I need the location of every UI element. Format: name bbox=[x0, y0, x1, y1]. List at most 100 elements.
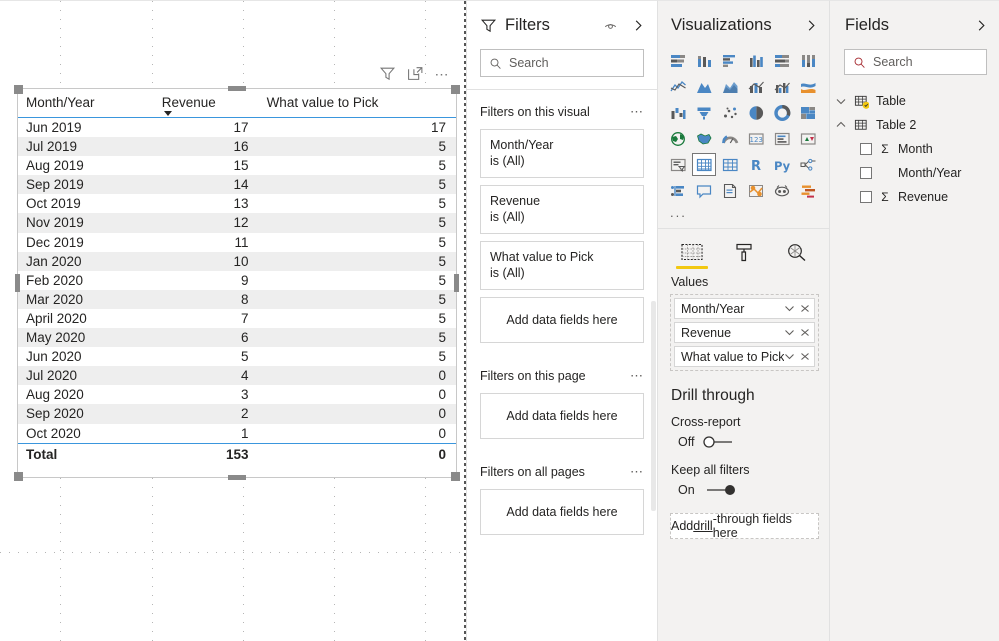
values-well-field[interactable]: Revenue bbox=[674, 322, 815, 343]
stacked-column-chart-icon[interactable] bbox=[692, 49, 716, 72]
filters-pane[interactable]: Filters Search Filters on this visual ⋯ … bbox=[466, 0, 658, 641]
gantt-icon[interactable] bbox=[797, 179, 821, 202]
focus-mode-icon[interactable] bbox=[407, 65, 424, 82]
values-well-field[interactable]: Month/Year bbox=[674, 298, 815, 319]
pie-chart-icon[interactable] bbox=[744, 101, 768, 124]
hide-filter-pane-eye-icon[interactable] bbox=[603, 18, 618, 33]
field-item[interactable]: Σ Revenue bbox=[830, 185, 999, 209]
chevron-up-icon[interactable] bbox=[835, 119, 847, 131]
values-well-field[interactable]: What value to Pick bbox=[674, 346, 815, 367]
filled-map-icon[interactable] bbox=[692, 127, 716, 150]
filter-dropzone[interactable]: Add data fields here bbox=[480, 393, 644, 439]
matrix-icon[interactable] bbox=[718, 153, 742, 176]
table-visual[interactable]: Month/Year Revenue What value to Pick Ju… bbox=[14, 85, 460, 481]
multi-row-card-icon[interactable] bbox=[771, 127, 795, 150]
filter-dropzone[interactable]: Add data fields here bbox=[480, 489, 644, 535]
fields-search-container[interactable]: Search bbox=[830, 49, 999, 89]
filter-card[interactable]: Revenue is (All) bbox=[480, 185, 644, 234]
line-and-stacked-column-chart-icon[interactable] bbox=[744, 75, 768, 98]
toggle-on-icon[interactable] bbox=[703, 483, 737, 497]
r-script-visual-icon[interactable]: R bbox=[744, 153, 768, 176]
table-row[interactable]: April 2020 7 5 bbox=[18, 309, 456, 328]
fields-table-table-2[interactable]: Table 2 bbox=[830, 113, 999, 137]
filters-search-container[interactable]: Search bbox=[467, 49, 657, 89]
filter-card[interactable]: Month/Year is (All) bbox=[480, 129, 644, 178]
filter-card[interactable]: What value to Pick is (All) bbox=[480, 241, 644, 290]
format-tab[interactable] bbox=[728, 243, 760, 269]
resize-handle-right-middle[interactable] bbox=[454, 274, 459, 292]
table-row[interactable]: Aug 2019 15 5 bbox=[18, 156, 456, 175]
map-icon[interactable] bbox=[666, 127, 690, 150]
fields-search-input[interactable]: Search bbox=[844, 49, 987, 75]
chevron-down-icon[interactable] bbox=[784, 328, 795, 337]
field-checkbox[interactable] bbox=[860, 167, 872, 179]
table-row[interactable]: Jun 2020 5 5 bbox=[18, 347, 456, 366]
report-canvas[interactable]: ⋯ Month/Year Revenue What value to Pick … bbox=[0, 0, 466, 641]
fields-pane[interactable]: Fields Search Table Table 2 Σ Month Month/Ye… bbox=[830, 0, 999, 641]
field-checkbox[interactable] bbox=[860, 191, 872, 203]
100-stacked-bar-chart-icon[interactable] bbox=[771, 49, 795, 72]
chevron-down-icon[interactable] bbox=[835, 95, 847, 107]
column-header-what-value-to-pick[interactable]: What value to Pick bbox=[258, 89, 456, 118]
python-visual-icon[interactable]: Py bbox=[771, 153, 795, 176]
decomposition-tree-icon[interactable] bbox=[797, 153, 821, 176]
resize-handle-bottom-right[interactable] bbox=[451, 472, 460, 481]
table-row[interactable]: Feb 2020 9 5 bbox=[18, 271, 456, 290]
line-and-clustered-column-chart-icon[interactable] bbox=[771, 75, 795, 98]
filter-group-more-icon[interactable]: ⋯ bbox=[630, 368, 644, 384]
treemap-icon[interactable] bbox=[797, 101, 821, 124]
chevron-down-icon[interactable] bbox=[784, 352, 795, 361]
filter-group-more-icon[interactable]: ⋯ bbox=[630, 464, 644, 480]
chevron-down-icon[interactable] bbox=[784, 304, 795, 313]
100-stacked-column-chart-icon[interactable] bbox=[797, 49, 821, 72]
donut-chart-icon[interactable] bbox=[771, 101, 795, 124]
drill-through-drop-link[interactable]: drill bbox=[693, 519, 712, 533]
smart-narrative-icon[interactable] bbox=[771, 179, 795, 202]
remove-field-icon[interactable] bbox=[800, 352, 810, 361]
resize-handle-left-middle[interactable] bbox=[15, 274, 20, 292]
cross-report-toggle[interactable]: Off bbox=[658, 435, 829, 463]
filter-group-more-icon[interactable]: ⋯ bbox=[630, 104, 644, 120]
filter-dropzone[interactable]: Add data fields here bbox=[480, 297, 644, 343]
field-item[interactable]: Σ Month bbox=[830, 137, 999, 161]
more-options-icon[interactable]: ⋯ bbox=[435, 67, 451, 81]
fields-tree[interactable]: Table Table 2 Σ Month Month/Year Σ Revenue bbox=[830, 89, 999, 209]
keep-all-filters-toggle[interactable]: On bbox=[658, 483, 829, 511]
visualizations-pane-tabs[interactable] bbox=[658, 229, 829, 269]
analytics-tab[interactable] bbox=[780, 243, 812, 269]
slicer-icon[interactable] bbox=[666, 153, 690, 176]
ribbon-chart-icon[interactable] bbox=[797, 75, 821, 98]
scatter-chart-icon[interactable] bbox=[718, 101, 742, 124]
stacked-bar-chart-icon[interactable] bbox=[666, 49, 690, 72]
line-chart-icon[interactable] bbox=[666, 75, 690, 98]
table-row[interactable]: May 2020 6 5 bbox=[18, 328, 456, 348]
resize-handle-bottom-middle[interactable] bbox=[228, 475, 246, 480]
clustered-column-chart-icon[interactable] bbox=[744, 49, 768, 72]
key-influencers-icon[interactable] bbox=[666, 179, 690, 202]
more-visuals-button[interactable]: ... bbox=[658, 202, 829, 226]
fields-table-table[interactable]: Table bbox=[830, 89, 999, 113]
table-row[interactable]: Jul 2020 4 0 bbox=[18, 366, 456, 386]
filters-pane-scrollbar[interactable] bbox=[651, 301, 656, 511]
sort-descending-icon[interactable] bbox=[163, 111, 172, 116]
collapse-pane-chevron-icon[interactable] bbox=[975, 18, 988, 33]
table-row[interactable]: Oct 2020 1 0 bbox=[18, 424, 456, 444]
table-row[interactable]: Sep 2019 14 5 bbox=[18, 175, 456, 195]
clustered-bar-chart-icon[interactable] bbox=[718, 49, 742, 72]
filter-icon[interactable] bbox=[379, 65, 396, 82]
table-row[interactable]: Mar 2020 8 5 bbox=[18, 289, 456, 309]
qa-visual-icon[interactable] bbox=[692, 179, 716, 202]
table-row[interactable]: Aug 2020 3 0 bbox=[18, 385, 456, 404]
table-row[interactable]: Jul 2019 16 5 bbox=[18, 137, 456, 157]
toggle-off-icon[interactable] bbox=[702, 435, 736, 449]
paginated-report-icon[interactable] bbox=[718, 179, 742, 202]
table-icon[interactable] bbox=[692, 153, 717, 176]
field-item[interactable]: Month/Year bbox=[830, 161, 999, 185]
funnel-chart-icon[interactable] bbox=[692, 101, 716, 124]
collapse-pane-chevron-icon[interactable] bbox=[805, 18, 818, 33]
data-table[interactable]: Month/Year Revenue What value to Pick Ju… bbox=[18, 89, 456, 466]
visualization-type-grid[interactable]: 123 R Py bbox=[658, 49, 829, 202]
filters-search-input[interactable]: Search bbox=[480, 49, 644, 77]
table-row[interactable]: Jan 2020 10 5 bbox=[18, 251, 456, 271]
table-row[interactable]: Jun 2019 17 17 bbox=[18, 118, 456, 138]
